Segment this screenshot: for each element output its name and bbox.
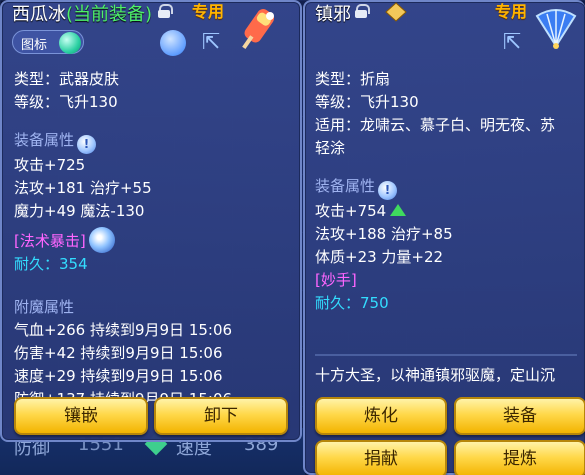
special-skill: [法术暴击]: [14, 227, 232, 253]
upgrade-arrow-icon: [390, 204, 407, 216]
item-title: 西瓜冰(当前装备): [12, 0, 152, 26]
enchant-line: 气血+266 持续到9月9日 15:06: [14, 321, 233, 339]
unequip-button[interactable]: 卸下: [154, 397, 288, 435]
refine-button[interactable]: 炼化: [315, 397, 447, 435]
enchant-line: 伤害+42 持续到9月9日 15:06: [14, 344, 223, 362]
item-name: 西瓜冰: [12, 4, 66, 25]
attr-line: 法攻+181 治疗+55: [14, 179, 152, 197]
attr-section-title: 装备属性!: [315, 175, 555, 200]
share-icon[interactable]: ⇱: [499, 30, 525, 56]
gem-icon: [385, 2, 407, 22]
attr-line: 法攻+188 治疗+85: [315, 225, 453, 243]
item-type: 类型：武器皮肤: [14, 70, 120, 88]
equip-button[interactable]: 装备: [454, 397, 585, 435]
compare-equipment-panel: 镇邪 专用 ⇱ 类型：折扇 等级：飞升130 适用：龙啸云、慕子白、明无夜、苏 …: [303, 0, 585, 475]
attr-section-title: 装备属性!: [14, 129, 232, 154]
equipped-status: (当前装备): [66, 4, 153, 25]
donate-button[interactable]: 捐献: [315, 440, 447, 475]
item-fit: 适用：龙啸云、慕子白、明无夜、苏: [315, 116, 556, 134]
share-icon[interactable]: ⇱: [198, 30, 224, 56]
help-icon[interactable]: !: [77, 135, 97, 154]
fan-icon: [535, 9, 577, 49]
lock-icon[interactable]: [355, 4, 370, 18]
extract-button[interactable]: 提炼: [454, 440, 585, 475]
attr-line: 攻击+754: [315, 200, 555, 223]
enchant-line: 速度+29 持续到9月9日 15:06: [14, 367, 223, 385]
item-fit: 轻涂: [315, 139, 346, 157]
durability: 耐久：750: [315, 294, 389, 312]
enchant-section-title: 附魔属性: [14, 298, 75, 316]
attr-line: 体质+23 力量+22: [315, 248, 444, 266]
weapon-skin-icon: [242, 8, 275, 49]
item-level: 等级：飞升130: [14, 93, 118, 111]
item-details: 类型：折扇 等级：飞升130 适用：龙啸云、慕子白、明无夜、苏 轻涂 装备属性!…: [315, 68, 555, 315]
inlay-button[interactable]: 镶嵌: [14, 397, 148, 435]
item-type: 类型：折扇: [315, 70, 391, 88]
item-name: 镇邪: [315, 4, 351, 25]
attr-line: 魔力+49 魔法-130: [14, 202, 145, 220]
current-equipment-panel: 西瓜冰(当前装备) 专用 图标 ⇱ 类型：武器皮肤 等级：飞升130 装备属性!…: [0, 0, 302, 442]
item-level: 等级：飞升130: [315, 93, 419, 111]
divider: [315, 354, 577, 356]
attr-line: 攻击+725: [14, 156, 86, 174]
toggle-ball-icon: [59, 32, 81, 54]
info-icon[interactable]: [160, 30, 186, 56]
icon-toggle[interactable]: 图标: [12, 30, 84, 54]
exclusive-badge: 专用: [495, 2, 528, 21]
icon-toggle-label: 图标: [21, 38, 48, 53]
item-details: 类型：武器皮肤 等级：飞升130 装备属性! 攻击+725 法攻+181 治疗+…: [14, 68, 232, 402]
exclusive-badge: 专用: [192, 2, 225, 21]
special-skill: [妙手]: [315, 271, 357, 289]
help-icon[interactable]: !: [378, 181, 398, 200]
swirl-icon[interactable]: [88, 227, 115, 253]
durability: 耐久：354: [14, 255, 88, 273]
lock-icon[interactable]: [158, 4, 173, 18]
item-description: 十方大圣，以神通镇邪驱魔，定山沉: [315, 366, 556, 384]
